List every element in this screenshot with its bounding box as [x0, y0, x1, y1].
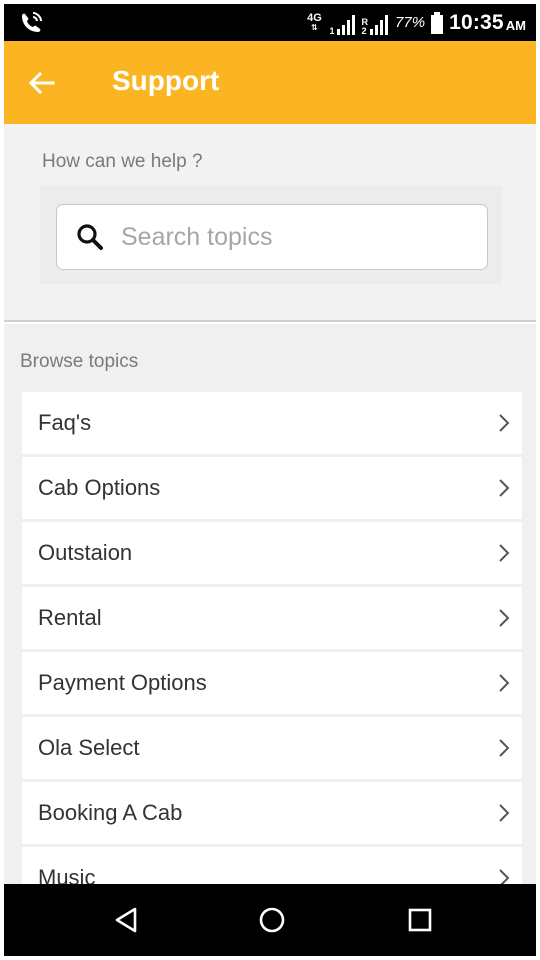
network-type-indicator: 4G ⇅: [307, 12, 322, 32]
topic-item-outstation[interactable]: Outstaion: [22, 522, 522, 584]
clock-time: 10:35: [449, 10, 504, 34]
topic-label: Outstaion: [38, 540, 133, 565]
search-input[interactable]: [121, 222, 461, 252]
topic-label: Booking A Cab: [38, 800, 183, 825]
arrow-left-icon: [29, 72, 55, 94]
topic-item-booking-a-cab[interactable]: Booking A Cab: [22, 782, 522, 844]
topic-item-faqs[interactable]: Faq's: [22, 392, 522, 454]
topic-label: Music: [38, 865, 96, 884]
topic-item-cab-options[interactable]: Cab Options: [22, 457, 522, 519]
chevron-right-icon: [498, 803, 512, 823]
search-box[interactable]: [56, 204, 488, 270]
chevron-right-icon: [498, 608, 512, 628]
square-recents-icon: [408, 908, 432, 932]
browse-section: Browse topics Faq's Cab Options Outstaio…: [4, 324, 536, 884]
topic-label: Cab Options: [38, 475, 161, 500]
triangle-back-icon: [115, 907, 137, 933]
battery-percent: 77%: [395, 14, 426, 31]
signal-bars-icon: [370, 14, 389, 35]
search-icon: [73, 220, 107, 254]
circle-home-icon: [259, 907, 285, 933]
chevron-right-icon: [498, 738, 512, 758]
chevron-right-icon: [498, 543, 512, 563]
topic-item-payment-options[interactable]: Payment Options: [22, 652, 522, 714]
help-section: How can we help ?: [4, 124, 536, 322]
chevron-right-icon: [498, 413, 512, 433]
back-button[interactable]: [22, 63, 62, 103]
help-heading: How can we help ?: [42, 151, 203, 172]
topic-item-rental[interactable]: Rental: [22, 587, 522, 649]
nav-home-button[interactable]: [250, 898, 294, 942]
phone-call-icon: [18, 10, 46, 36]
chevron-right-icon: [498, 478, 512, 498]
navigation-bar: [4, 884, 536, 956]
sim1-signal: 1: [330, 10, 356, 36]
chevron-right-icon: [498, 673, 512, 693]
nav-back-button[interactable]: [104, 898, 148, 942]
browse-heading: Browse topics: [20, 351, 139, 372]
app-bar: Support: [4, 41, 536, 124]
status-bar: 4G ⇅ 1 R 2 77% 10:35 AM: [4, 4, 536, 41]
topic-item-ola-select[interactable]: Ola Select: [22, 717, 522, 779]
topic-label: Payment Options: [38, 670, 207, 695]
clock-suffix: AM: [505, 18, 526, 33]
topic-label: Rental: [38, 605, 102, 630]
signal-bars-icon: [336, 14, 355, 35]
chevron-right-icon: [498, 868, 512, 884]
battery-icon: [431, 11, 444, 34]
sim2-signal: R 2: [362, 10, 390, 36]
topic-item-music[interactable]: Music: [22, 847, 522, 884]
search-container: [40, 186, 502, 284]
page-title: Support: [112, 65, 220, 96]
nav-recents-button[interactable]: [398, 898, 442, 942]
topic-label: Ola Select: [38, 735, 140, 760]
topic-label: Faq's: [38, 410, 92, 435]
topic-list: Faq's Cab Options Outstaion Rental Payme…: [22, 392, 522, 884]
